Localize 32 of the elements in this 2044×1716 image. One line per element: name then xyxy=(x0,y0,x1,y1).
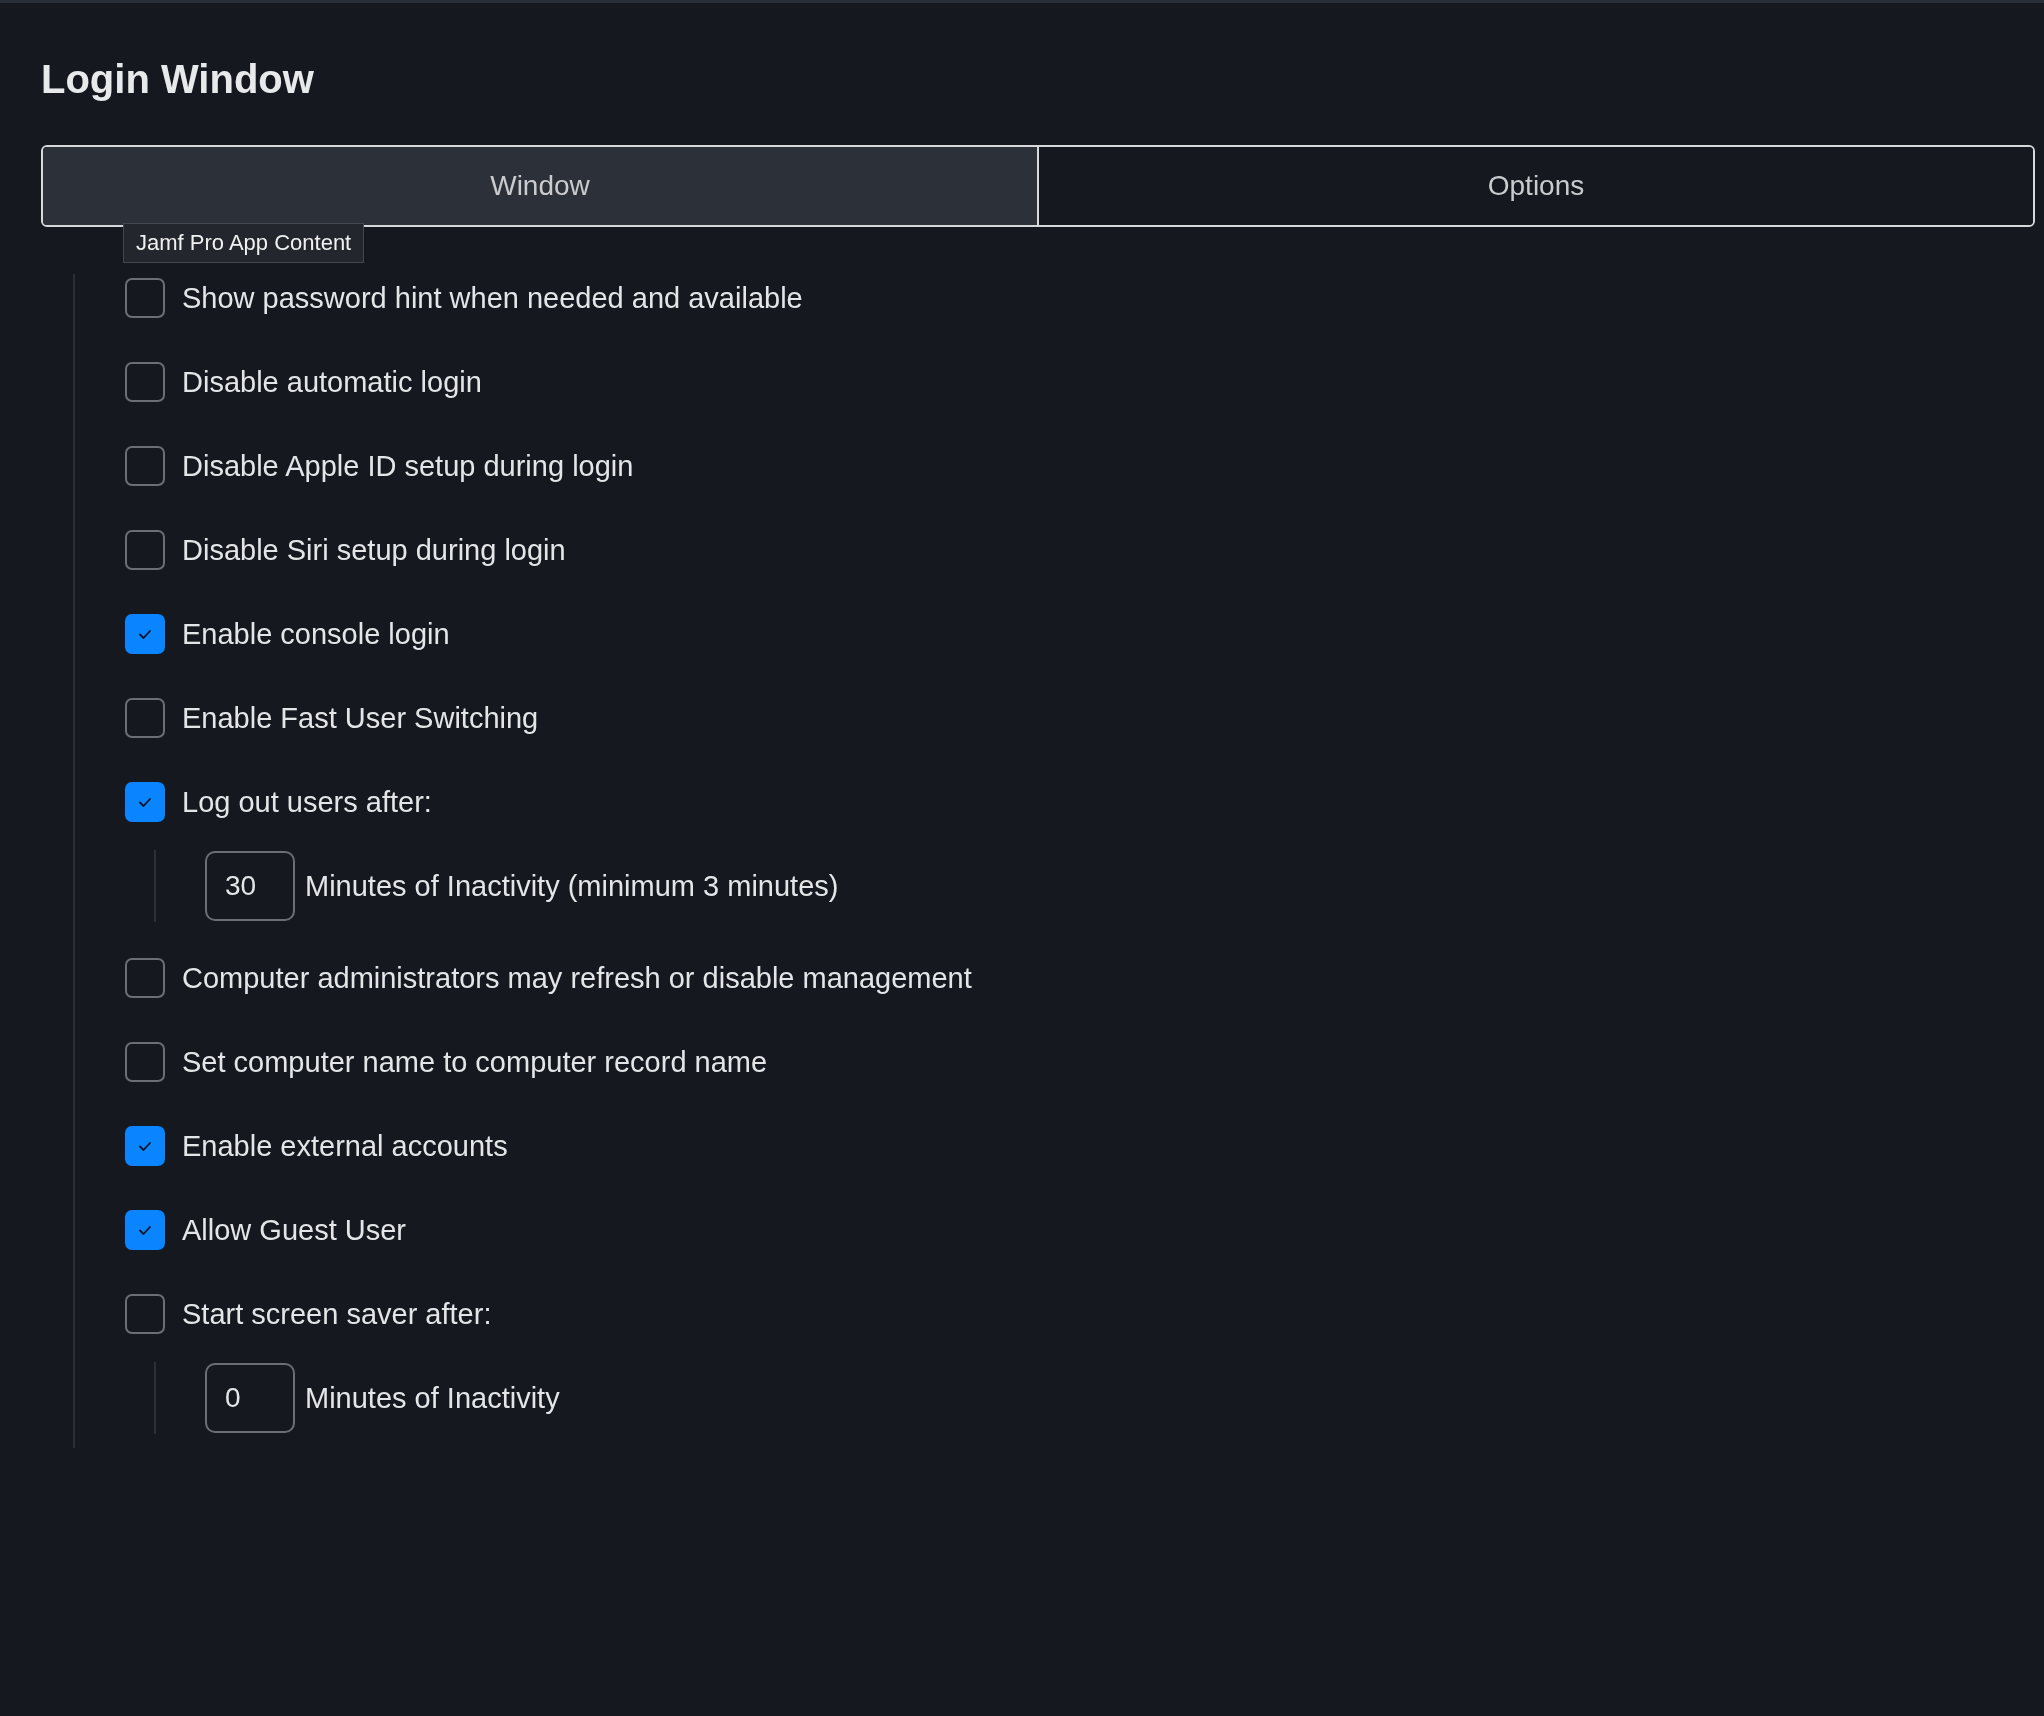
checkbox[interactable] xyxy=(125,362,165,402)
checkbox-label: Enable Fast User Switching xyxy=(182,701,539,735)
checkbox[interactable] xyxy=(125,1126,165,1166)
checkbox[interactable] xyxy=(125,1042,165,1082)
minutes-field[interactable]: 30 xyxy=(205,851,295,921)
field-label: Minutes of Inactivity xyxy=(305,1381,560,1415)
checkbox-label: Start screen saver after: xyxy=(182,1297,492,1331)
page-title: Login Window xyxy=(41,56,315,103)
checkbox[interactable] xyxy=(125,614,165,654)
checkbox[interactable] xyxy=(125,698,165,738)
checkbox-label: Show password hint when needed and available xyxy=(182,281,803,315)
checkbox[interactable] xyxy=(125,278,165,318)
tooltip: Jamf Pro App Content xyxy=(123,223,365,263)
tab[interactable]: Window xyxy=(43,147,1037,225)
checkbox[interactable] xyxy=(125,1294,165,1334)
checkbox-label: Computer administrators may refresh or disable management xyxy=(182,961,972,995)
checkbox-label: Log out users after: xyxy=(182,785,432,819)
checkbox-label: Disable Siri setup during login xyxy=(182,533,566,567)
checkbox-label: Enable console login xyxy=(182,617,450,651)
checkbox-label: Disable Apple ID setup during login xyxy=(182,449,634,483)
checkbox[interactable] xyxy=(125,782,165,822)
checkbox[interactable] xyxy=(125,1210,165,1250)
minutes-field[interactable]: 0 xyxy=(205,1363,295,1433)
checkbox[interactable] xyxy=(125,958,165,998)
field-label: Minutes of Inactivity (minimum 3 minutes) xyxy=(305,869,839,903)
checkbox[interactable] xyxy=(125,446,165,486)
checkbox-label: Allow Guest User xyxy=(182,1213,406,1247)
checkbox-label: Disable automatic login xyxy=(182,365,482,399)
checkbox-label: Set computer name to computer record name xyxy=(182,1045,768,1079)
checkbox-label: Enable external accounts xyxy=(182,1129,508,1163)
tab[interactable]: Options xyxy=(1037,147,2033,225)
checkbox[interactable] xyxy=(125,530,165,570)
